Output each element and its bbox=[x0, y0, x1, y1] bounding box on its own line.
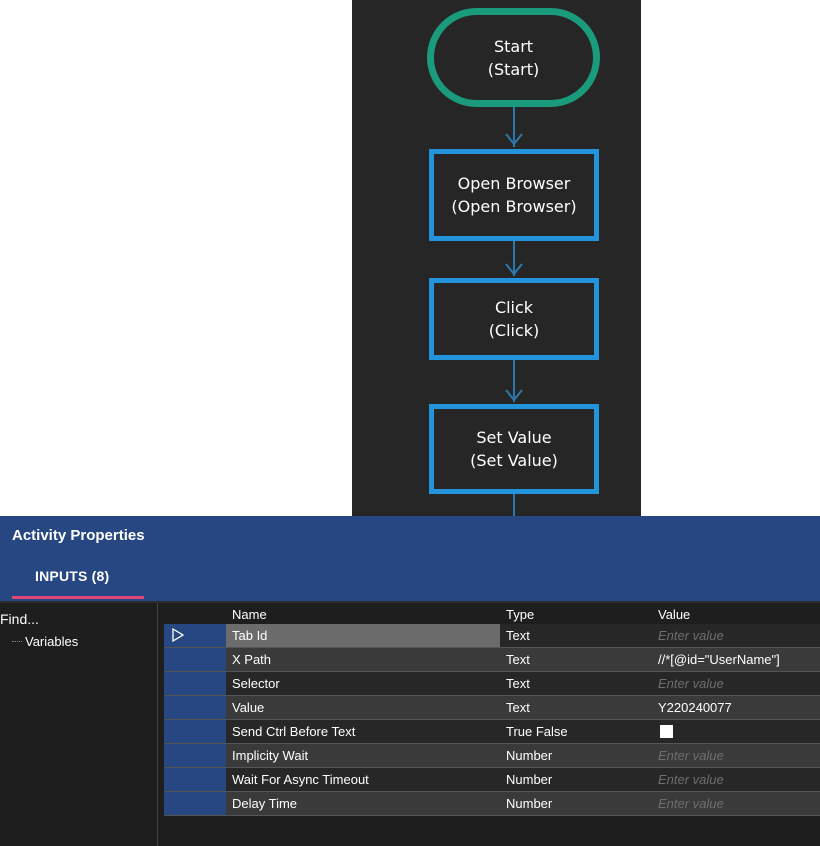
property-type: Number bbox=[500, 792, 652, 816]
property-type: Text bbox=[500, 624, 652, 648]
active-tab-indicator bbox=[12, 596, 144, 599]
row-selector[interactable] bbox=[164, 720, 226, 744]
variables-pane: Find... Variables bbox=[0, 603, 158, 846]
row-selector[interactable] bbox=[164, 624, 226, 648]
property-type: True False bbox=[500, 720, 652, 744]
property-value-input[interactable]: //*[@id="UserName"] bbox=[652, 648, 820, 672]
property-name: Wait For Async Timeout bbox=[226, 768, 500, 792]
property-name: Delay Time bbox=[226, 792, 500, 816]
node-subtitle: (Click) bbox=[488, 321, 540, 340]
node-title: Start bbox=[493, 36, 534, 56]
inputs-grid: Name Type Value Tab Id Text Enter value … bbox=[164, 604, 820, 844]
send-ctrl-checkbox[interactable] bbox=[660, 725, 673, 738]
row-selector[interactable] bbox=[164, 672, 226, 696]
property-value-input[interactable]: Y220240077 bbox=[652, 696, 820, 720]
column-header-type[interactable]: Type bbox=[506, 607, 534, 622]
arrow-icon bbox=[505, 133, 523, 146]
property-value-input[interactable]: Enter value bbox=[652, 792, 820, 816]
property-value-input[interactable]: Enter value bbox=[652, 768, 820, 792]
table-row[interactable]: Tab Id Text Enter value bbox=[164, 624, 820, 648]
table-row[interactable]: Implicity Wait Number Enter value bbox=[164, 744, 820, 768]
table-row[interactable]: Delay Time Number Enter value bbox=[164, 792, 820, 816]
flow-node-start[interactable]: Start (Start) bbox=[427, 8, 600, 107]
property-name: Tab Id bbox=[226, 624, 500, 648]
property-value-cell bbox=[652, 720, 820, 744]
workflow-canvas[interactable]: Start (Start) Open Browser (Open Browser… bbox=[352, 0, 641, 516]
find-input[interactable]: Find... bbox=[0, 611, 39, 627]
flow-node-click[interactable]: Click (Click) bbox=[429, 278, 599, 360]
property-name: Implicity Wait bbox=[226, 744, 500, 768]
node-subtitle: (Set Value) bbox=[470, 451, 558, 470]
node-title: Open Browser bbox=[457, 174, 571, 193]
table-row[interactable]: X Path Text //*[@id="UserName"] bbox=[164, 648, 820, 672]
property-name: Selector bbox=[226, 672, 500, 696]
table-row[interactable]: Send Ctrl Before Text True False bbox=[164, 720, 820, 744]
activity-properties-panel: Activity Properties INPUTS (8) Find... V… bbox=[0, 516, 820, 846]
row-selector[interactable] bbox=[164, 648, 226, 672]
row-selector[interactable] bbox=[164, 792, 226, 816]
property-name: Send Ctrl Before Text bbox=[226, 720, 500, 744]
property-type: Number bbox=[500, 744, 652, 768]
flow-node-set-value[interactable]: Set Value (Set Value) bbox=[429, 404, 599, 494]
row-selector[interactable] bbox=[164, 768, 226, 792]
tree-item-variables[interactable]: Variables bbox=[12, 634, 78, 649]
row-selector[interactable] bbox=[164, 696, 226, 720]
panel-title: Activity Properties bbox=[12, 527, 145, 544]
property-value-input[interactable]: Enter value bbox=[652, 672, 820, 696]
table-row[interactable]: Selector Text Enter value bbox=[164, 672, 820, 696]
grid-header: Name Type Value bbox=[164, 604, 820, 624]
flow-node-open-browser[interactable]: Open Browser (Open Browser) bbox=[429, 149, 599, 241]
table-row[interactable]: Wait For Async Timeout Number Enter valu… bbox=[164, 768, 820, 792]
node-title: Set Value bbox=[476, 428, 552, 447]
tree-item-label: Variables bbox=[25, 634, 79, 649]
node-title: Click bbox=[494, 298, 534, 317]
property-type: Text bbox=[500, 672, 652, 696]
arrow-icon bbox=[505, 389, 523, 402]
node-subtitle: (Open Browser) bbox=[451, 197, 577, 216]
node-subtitle: (Start) bbox=[487, 59, 540, 79]
properties-header: Activity Properties INPUTS (8) bbox=[0, 516, 820, 601]
property-name: Value bbox=[226, 696, 500, 720]
property-type: Number bbox=[500, 768, 652, 792]
column-header-value[interactable]: Value bbox=[658, 607, 690, 622]
table-row[interactable]: Value Text Y220240077 bbox=[164, 696, 820, 720]
tree-connector bbox=[12, 641, 22, 642]
property-type: Text bbox=[500, 696, 652, 720]
tab-inputs[interactable]: INPUTS (8) bbox=[35, 568, 109, 584]
connector-line bbox=[513, 494, 515, 516]
row-selector[interactable] bbox=[164, 744, 226, 768]
arrow-icon bbox=[505, 263, 523, 276]
property-name: X Path bbox=[226, 648, 500, 672]
property-value-input[interactable]: Enter value bbox=[652, 624, 820, 648]
property-value-input[interactable]: Enter value bbox=[652, 744, 820, 768]
column-header-name[interactable]: Name bbox=[232, 607, 267, 622]
current-row-icon bbox=[172, 628, 185, 642]
property-type: Text bbox=[500, 648, 652, 672]
